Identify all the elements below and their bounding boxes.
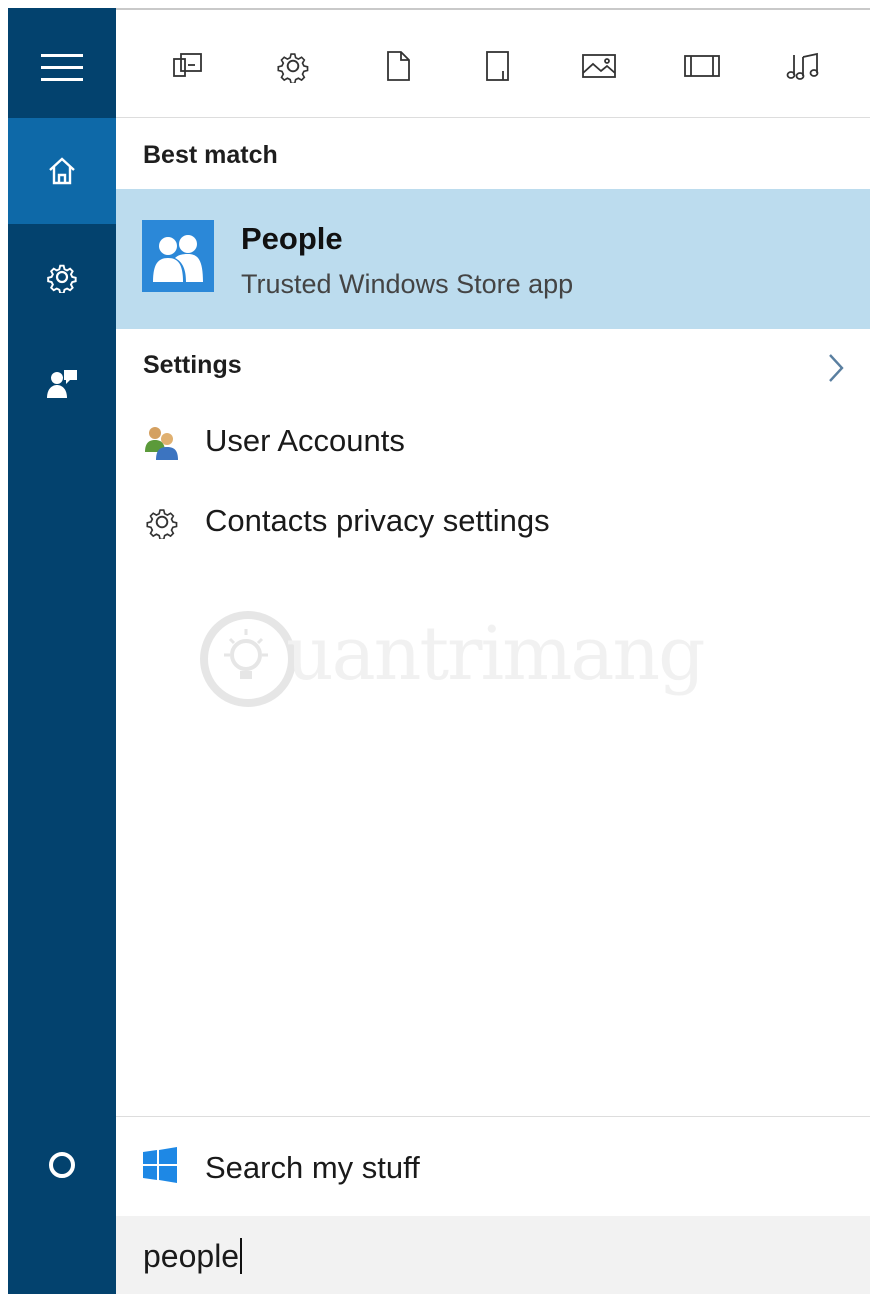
feedback-button[interactable]: [8, 330, 116, 436]
apps-filter-icon: [173, 53, 202, 77]
people-app-icon: [142, 220, 214, 292]
home-icon: [49, 157, 75, 185]
settings-item-label: Contacts privacy settings: [205, 503, 550, 538]
user-accounts-icon: [141, 421, 183, 463]
photos-filter-button[interactable]: [579, 46, 619, 86]
videos-filter-icon: [684, 55, 720, 77]
cortana-button[interactable]: [8, 1112, 116, 1218]
search-input[interactable]: people: [143, 1238, 243, 1275]
gear-icon: [141, 501, 183, 543]
settings-item-label: User Accounts: [205, 423, 405, 458]
notebook-settings-button[interactable]: [8, 224, 116, 330]
watermark-text: uantrimang: [286, 611, 706, 697]
settings-filter-icon: [277, 53, 309, 83]
best-match-result[interactable]: People Trusted Windows Store app: [116, 189, 870, 329]
settings-item-contacts-privacy[interactable]: Contacts privacy settings: [116, 487, 870, 557]
folders-filter-icon: [486, 51, 509, 81]
search-query-text: people: [143, 1238, 240, 1274]
watermark: uantrimang: [198, 603, 706, 723]
settings-filter-button[interactable]: [273, 46, 313, 86]
filter-bar: [116, 10, 870, 118]
settings-item-user-accounts[interactable]: User Accounts: [116, 407, 870, 477]
hamburger-menu-icon: [41, 54, 83, 81]
divider: [116, 1116, 870, 1117]
cortana-sidebar: [8, 8, 116, 1294]
music-filter-icon: [786, 52, 819, 80]
lightbulb-logo-icon: [200, 611, 296, 707]
photos-filter-icon: [582, 54, 616, 78]
feedback-icon: [47, 370, 77, 398]
windows-logo-icon: [143, 1147, 177, 1183]
search-box[interactable]: people: [116, 1216, 870, 1294]
best-match-subtitle: Trusted Windows Store app: [241, 269, 574, 299]
settings-heading[interactable]: Settings: [143, 351, 242, 380]
hamburger-menu-button[interactable]: [8, 14, 116, 120]
cortana-circle-icon: [49, 1152, 75, 1178]
music-filter-button[interactable]: [783, 46, 823, 86]
chevron-right-icon[interactable]: [826, 352, 846, 384]
gear-icon: [47, 264, 77, 293]
best-match-title: People: [241, 221, 343, 256]
best-match-heading: Best match: [143, 141, 278, 169]
apps-filter-button[interactable]: [168, 46, 208, 86]
folders-filter-button[interactable]: [478, 46, 518, 86]
documents-filter-icon: [387, 51, 410, 81]
home-button[interactable]: [8, 118, 116, 224]
documents-filter-button[interactable]: [378, 46, 418, 86]
videos-filter-button[interactable]: [682, 46, 722, 86]
search-my-stuff-label: Search my stuff: [205, 1150, 420, 1185]
search-my-stuff-button[interactable]: Search my stuff: [116, 1130, 870, 1208]
text-caret: [240, 1238, 243, 1274]
search-results-panel: Best match People Trusted Windows Store …: [116, 8, 870, 1294]
